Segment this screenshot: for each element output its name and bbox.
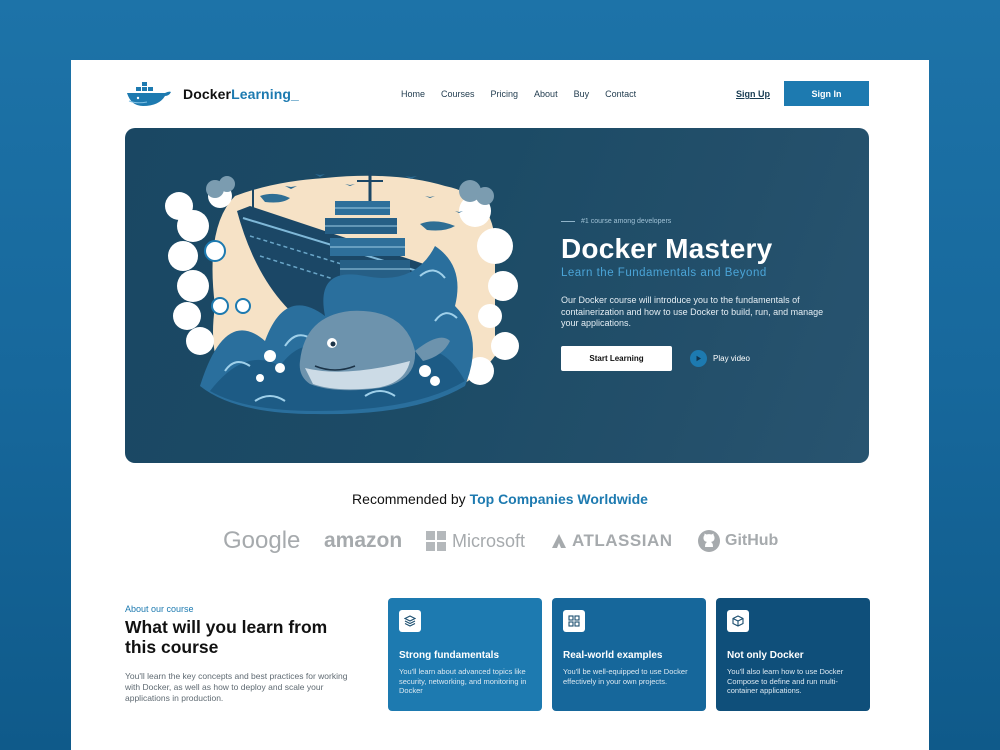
amazon-logo: amazon	[324, 529, 403, 552]
atlassian-mark-icon	[552, 534, 566, 548]
box-icon	[727, 610, 749, 632]
hero-actions: Start Learning Play video	[561, 345, 831, 371]
landing-page: DockerLearning_ Home Courses Pricing Abo…	[71, 60, 929, 750]
play-video-label: Play video	[713, 353, 750, 363]
company-logos: Google amazon Microsoft ATLASSIAN GitHub	[221, 526, 781, 556]
google-logo: Google	[223, 527, 301, 554]
tagline-row: #1 course among developers	[561, 218, 831, 225]
hero-title: Docker Mastery	[561, 233, 773, 264]
card-title: Strong fundamentals	[399, 650, 500, 661]
nav-about[interactable]: About	[534, 89, 558, 99]
feature-card-examples[interactable]: Real-world examples You'll be well-equip…	[552, 598, 706, 711]
nav-home[interactable]: Home	[401, 89, 425, 99]
start-learning-button[interactable]: Start Learning	[561, 345, 672, 371]
feature-card-not-only-docker[interactable]: Not only Docker You'll also learn how to…	[716, 598, 870, 711]
atlassian-wordmark: ATLASSIAN	[572, 531, 673, 550]
nav-buy[interactable]: Buy	[574, 89, 590, 99]
layers-icon	[399, 610, 421, 632]
microsoft-squares-icon	[426, 531, 446, 551]
play-icon	[690, 349, 707, 367]
about-description: You'll learn the key concepts and best p…	[125, 671, 348, 703]
microsoft-logo: Microsoft	[426, 526, 525, 556]
github-wordmark: GitHub	[725, 532, 779, 549]
tagline-divider	[561, 221, 575, 222]
main-nav: Home Courses Pricing About Buy Contact	[401, 89, 652, 99]
nav-courses[interactable]: Courses	[441, 89, 475, 99]
hero-tagline: #1 course among developers	[581, 218, 672, 225]
card-title: Real-world examples	[563, 650, 663, 661]
hero-subtitle: Learn the Fundamentals and Beyond	[561, 267, 767, 279]
nav-pricing[interactable]: Pricing	[491, 89, 519, 99]
hero-content: #1 course among developers Docker Master…	[561, 218, 831, 371]
github-logo: GitHub	[697, 526, 778, 556]
hero-banner: #1 course among developers Docker Master…	[125, 128, 869, 463]
whale-logo-icon	[127, 82, 171, 106]
card-description: You'll learn about advanced topics like …	[399, 667, 527, 695]
feature-card-fundamentals[interactable]: Strong fundamentals You'll learn about a…	[388, 598, 542, 711]
atlassian-logo: ATLASSIAN	[551, 526, 673, 556]
hero-description: Our Docker course will introduce you to …	[561, 295, 824, 328]
nav-contact[interactable]: Contact	[605, 89, 636, 99]
brand-logo[interactable]: DockerLearning_	[125, 79, 299, 109]
card-description: You'll also learn how to use Docker Comp…	[727, 667, 844, 695]
brand-name: DockerLearning_	[183, 86, 299, 102]
recommended-heading: Recommended by Top Companies Worldwide	[352, 491, 648, 507]
about-title: What will you learn from this course	[125, 617, 328, 657]
sign-up-link[interactable]: Sign Up	[736, 89, 770, 99]
grid-icon	[563, 610, 585, 632]
sign-in-button[interactable]: Sign In	[784, 81, 869, 106]
card-title: Not only Docker	[727, 650, 804, 661]
ship-whale-illustration	[165, 171, 519, 415]
github-octocat-icon	[698, 530, 720, 552]
about-label: About our course	[125, 604, 194, 614]
card-description: You'll be well-equipped to use Docker ef…	[563, 667, 688, 686]
microsoft-wordmark: Microsoft	[452, 530, 526, 551]
play-video-button[interactable]: Play video	[690, 349, 750, 367]
